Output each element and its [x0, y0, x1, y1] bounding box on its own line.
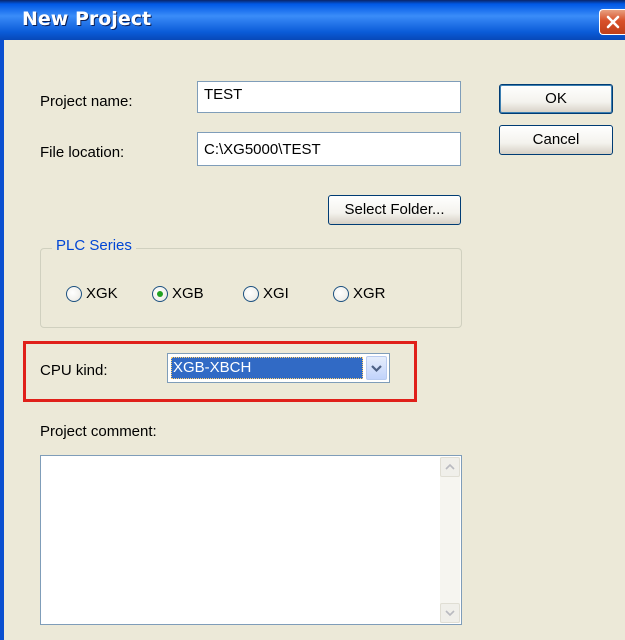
cpu-kind-dropdown-button[interactable] [366, 356, 387, 380]
cpu-kind-select[interactable]: XGB-XBCH [167, 353, 390, 383]
comment-scrollbar[interactable] [440, 457, 460, 623]
cpu-kind-selected: XGB-XBCH [171, 357, 363, 379]
radio-xgr-label: XGR [353, 285, 386, 302]
scroll-up-button[interactable] [440, 457, 460, 477]
project-name-label: Project name: [40, 93, 133, 110]
radio-circle-icon [66, 286, 82, 302]
cpu-kind-label: CPU kind: [40, 362, 108, 379]
select-folder-button-label: Select Folder... [344, 201, 445, 218]
ok-button[interactable]: OK [499, 84, 613, 114]
window-frame-left [0, 40, 4, 640]
scroll-up-icon [445, 463, 455, 470]
file-location-input[interactable]: C:\XG5000\TEST [197, 132, 461, 166]
chevron-down-icon [371, 365, 382, 373]
radio-xgb-label: XGB [172, 285, 204, 302]
file-location-value: C:\XG5000\TEST [204, 141, 321, 158]
window-title: New Project [22, 8, 152, 30]
project-name-value: TEST [204, 86, 243, 103]
project-name-input[interactable]: TEST [197, 81, 461, 113]
select-folder-button[interactable]: Select Folder... [328, 195, 461, 225]
radio-xgk-label: XGK [86, 285, 118, 302]
plc-series-legend: PLC Series [52, 237, 136, 254]
close-button[interactable] [599, 9, 625, 35]
radio-selected-icon [152, 286, 168, 302]
file-location-label: File location: [40, 144, 125, 161]
project-comment-label: Project comment: [40, 423, 157, 440]
radio-circle-icon [243, 286, 259, 302]
title-bar[interactable]: New Project [0, 0, 625, 40]
close-icon [606, 15, 620, 29]
cancel-button-label: Cancel [532, 131, 580, 148]
project-comment-textarea[interactable] [40, 455, 462, 625]
cpu-kind-value: XGB-XBCH [173, 359, 252, 376]
radio-xgi-label: XGI [263, 285, 289, 302]
scroll-down-icon [445, 610, 455, 617]
cancel-button[interactable]: Cancel [499, 125, 613, 155]
radio-circle-icon [333, 286, 349, 302]
ok-button-label: OK [545, 90, 567, 107]
scroll-down-button[interactable] [440, 603, 460, 623]
